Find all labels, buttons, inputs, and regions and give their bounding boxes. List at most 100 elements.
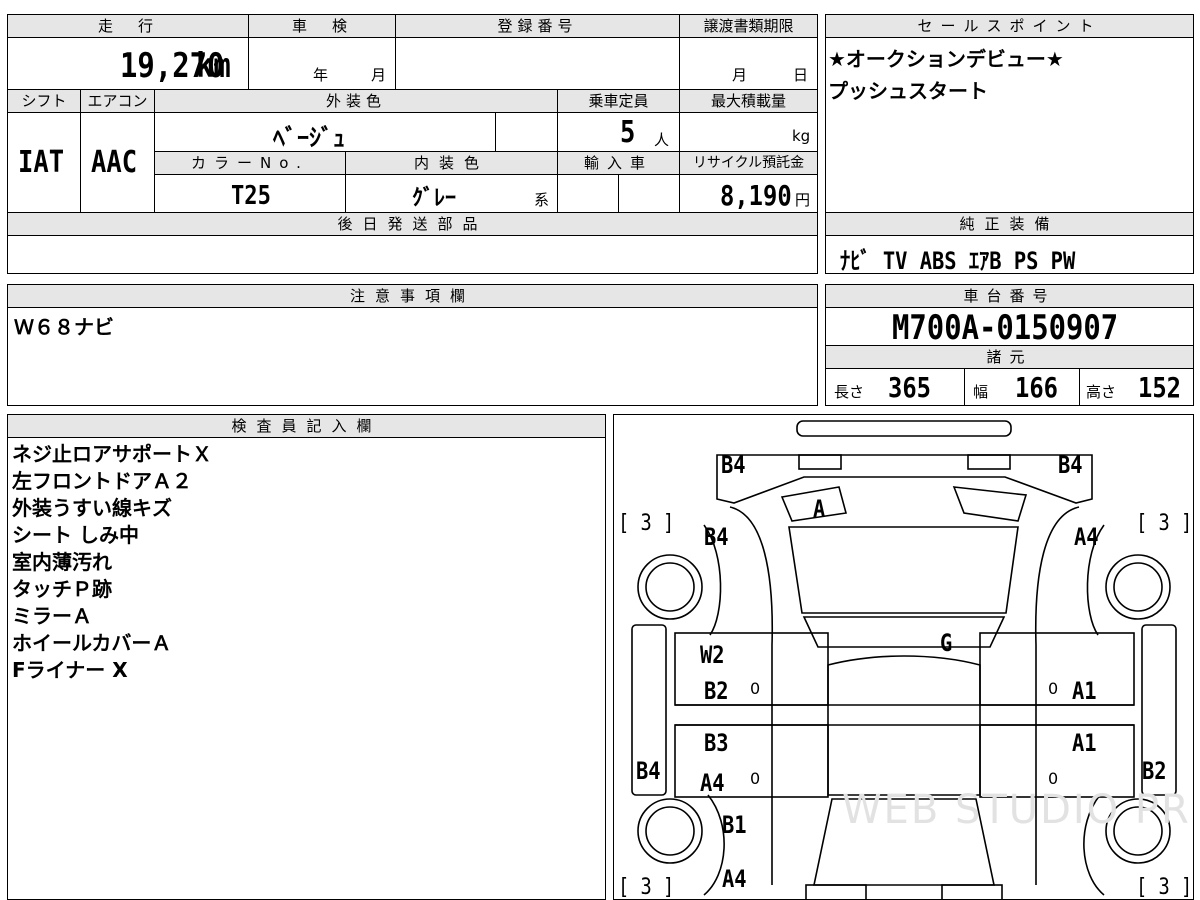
aircon-cell: AAC (80, 112, 155, 213)
sales-point-cell: ★オークションデビュー★ プッシュスタート (825, 37, 1194, 213)
transfer-month: 月 (732, 66, 748, 84)
exterior-color-header: 外装色 (154, 89, 558, 113)
interior-color-value: ｸﾞﾚｰ (412, 186, 457, 211)
inspector-note-4: シート しみ中 (12, 523, 139, 547)
tire-fr-label: [ 3 ] (1136, 511, 1193, 536)
equipment-cell: ﾅﾋﾞ TV ABS ｴｱB PS PW (825, 235, 1194, 275)
damage-left-front-door-a: W2 (700, 641, 725, 669)
damage-left-fender: B4 (704, 523, 729, 551)
transfer-deadline-header: 譲渡書類期限 (679, 14, 818, 38)
inspector-note-5: 室内薄汚れ (12, 550, 112, 574)
dimensions-header: 諸元 (825, 345, 1194, 369)
recycle-fee-value: 8,190 (720, 179, 792, 212)
damage-hood: A (813, 495, 826, 523)
inspector-notes-cell: ネジ止ロアサポートＸ 左フロントドアＡ２ 外装うすい線キズ シート しみ中 室内… (7, 437, 606, 900)
damage-left-rear-door-a: B3 (704, 729, 729, 757)
shift-value: IAT (18, 145, 65, 180)
inspector-note-9: Fライナー X (12, 658, 128, 682)
exterior-color-value: ﾍﾞｰｼﾞｭ (273, 124, 345, 152)
chassis-number-cell: M700A-0150907 (825, 307, 1194, 348)
inspection-month: 月 (371, 66, 387, 84)
sales-point-line-2: プッシュスタート (828, 79, 988, 103)
tire-fl-label: [ 3 ] (618, 511, 675, 536)
color-no-cell: T25 (154, 174, 346, 213)
sales-point-header: セールスポイント (825, 14, 1194, 38)
damage-front-right-corner: B4 (1058, 451, 1083, 479)
height-value: 152 (1138, 371, 1181, 404)
inspection-cell: 年 月 (248, 37, 396, 90)
transfer-day: 日 (793, 66, 809, 84)
inspector-note-7: ミラーＡ (12, 604, 92, 628)
notes-header: 注意事項欄 (7, 284, 818, 308)
later-parts-header: 後日発送部品 (7, 212, 818, 236)
chassis-number-value: M700A-0150907 (892, 308, 1119, 348)
sales-point-line-1: ★オークションデビュー★ (828, 47, 1064, 71)
inspector-note-1: ネジ止ロアサポートＸ (12, 442, 212, 466)
registration-header: 登録番号 (395, 14, 680, 38)
import-cell-a (557, 174, 619, 213)
max-load-cell: kg (679, 112, 818, 152)
tire-rr-label: [ 3 ] (1136, 875, 1193, 900)
exterior-color-extra-cell (495, 112, 558, 152)
damage-right-rear-door: A1 (1072, 729, 1097, 757)
recycle-fee-header: リサイクル預託金 (679, 151, 818, 175)
notes-cell: Ｗ６８ナビ (7, 307, 818, 406)
length-label: 長さ (834, 383, 865, 401)
later-parts-cell (7, 235, 818, 274)
equipment-header: 純正装備 (825, 212, 1194, 236)
exterior-color-cell: ﾍﾞｰｼﾞｭ (154, 112, 496, 152)
width-label: 幅 (973, 383, 989, 401)
recycle-fee-cell: 8,190 円 (679, 174, 818, 213)
marker-zero-2: 0 (1048, 679, 1059, 698)
marker-zero-4: 0 (1048, 769, 1059, 788)
width-value: 166 (1015, 371, 1058, 404)
damage-right-front-door: A1 (1072, 677, 1097, 705)
inspector-notes-header: 検査員記入欄 (7, 414, 606, 438)
interior-color-unit: 系 (534, 191, 550, 209)
interior-color-cell: ｸﾞﾚｰ 系 (345, 174, 558, 213)
damage-left-sill: B4 (636, 757, 661, 785)
damage-roof: G (940, 629, 953, 657)
damage-left-rear-door-b: A4 (700, 769, 725, 797)
height-cell: 高さ 152 (1079, 368, 1194, 406)
recycle-fee-unit: 円 (795, 191, 811, 209)
marker-zero-1: 0 (750, 679, 761, 698)
capacity-header: 乗車定員 (557, 89, 680, 113)
watermark: WEB STUDIO PRO (842, 787, 1194, 833)
transfer-deadline-cell: 月 日 (679, 37, 818, 90)
mileage-unit: km (196, 46, 231, 86)
capacity-value: 5 (620, 115, 636, 150)
length-value: 365 (888, 371, 931, 404)
interior-color-header: 内装色 (345, 151, 558, 175)
aircon-header: エアコン (80, 89, 155, 113)
chassis-number-header: 車台番号 (825, 284, 1194, 308)
damage-right-fender: A4 (1074, 523, 1099, 551)
inspector-note-3: 外装うすい線キズ (12, 496, 172, 520)
car-diagram-panel: [ 3 ] [ 3 ] [ 3 ] [ 3 ] B4 B4 A B4 A4 G … (613, 414, 1194, 900)
marker-zero-3: 0 (750, 769, 761, 788)
capacity-unit: 人 (654, 131, 670, 149)
inspector-note-6: タッチＰ跡 (12, 577, 112, 601)
import-header: 輸入車 (557, 151, 680, 175)
damage-left-rear-bumper: A4 (722, 865, 747, 893)
height-label: 高さ (1086, 383, 1117, 401)
shift-cell: IAT (7, 112, 81, 213)
equipment-value: ﾅﾋﾞ TV ABS ｴｱB PS PW (840, 247, 1076, 275)
max-load-unit: kg (792, 127, 811, 145)
notes-value: Ｗ６８ナビ (14, 315, 114, 339)
color-no-value: T25 (231, 181, 271, 211)
damage-front-left-corner: B4 (721, 451, 746, 479)
damage-left-rear-fender: B1 (722, 811, 747, 839)
length-cell: 長さ 365 (825, 368, 965, 406)
width-cell: 幅 166 (964, 368, 1080, 406)
import-cell-b (618, 174, 680, 213)
aircon-value: AAC (91, 145, 138, 180)
tire-rl-label: [ 3 ] (618, 875, 675, 900)
inspector-note-2: 左フロントドアＡ２ (12, 469, 192, 493)
mileage-cell: 19,270 km (7, 37, 249, 90)
capacity-cell: 5 人 (557, 112, 680, 152)
registration-cell (395, 37, 680, 90)
color-no-header: カラーNo. (154, 151, 346, 175)
damage-left-front-door-b: B2 (704, 677, 729, 705)
inspector-note-8: ホイールカバーＡ (12, 631, 172, 655)
